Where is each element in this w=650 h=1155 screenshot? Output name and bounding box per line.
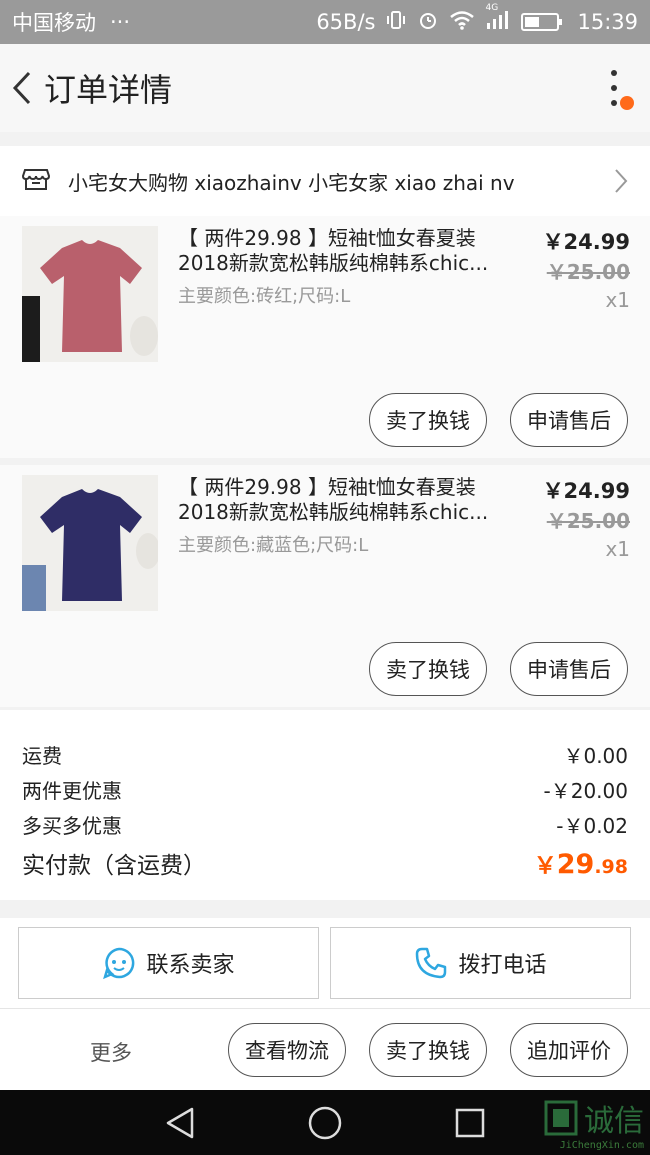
nav-home-icon[interactable] <box>307 1105 343 1141</box>
after-sale-button[interactable]: 申请售后 <box>510 642 628 696</box>
app-header: 订单详情 <box>0 44 650 132</box>
contact-actions: 联系卖家 拨打电话 <box>0 918 650 1008</box>
chat-icon <box>103 947 135 980</box>
sell-button[interactable]: 卖了换钱 <box>369 393 487 447</box>
fee-row-discount2: 多买多优惠 -￥0.02 <box>22 810 628 839</box>
add-review-button[interactable]: 追加评价 <box>510 1023 628 1077</box>
product-title-line2: 2018新款宽松韩版纯棉韩系chic... <box>178 251 489 275</box>
more-button[interactable]: 更多 <box>90 1037 132 1067</box>
notification-badge <box>620 96 634 110</box>
watermark-text: 诚信 <box>584 1104 644 1139</box>
nav-recents-icon[interactable] <box>454 1107 486 1139</box>
bottom-action-bar: 更多 查看物流 卖了换钱 追加评价 <box>0 1008 650 1090</box>
total-label: 实付款（含运费） <box>22 853 206 879</box>
back-button[interactable] <box>0 44 44 132</box>
product-title-line1: 【 两件29.98 】短袖t恤女春夏装 <box>178 475 476 499</box>
shipping-value: ￥0.00 <box>563 744 628 768</box>
product-quantity: x1 <box>605 537 630 561</box>
network-speed: 65B/s <box>316 10 376 34</box>
fee-summary: 运费 ￥0.00 两件更优惠 -￥20.00 多买多优惠 -￥0.02 实付款（… <box>0 710 650 900</box>
status-bar: 中国移动 ··· 65B/s 4G 15:39 <box>0 0 650 44</box>
total-currency: ￥ <box>533 853 557 879</box>
contact-seller-button[interactable]: 联系卖家 <box>18 927 319 999</box>
product-price: ￥24.99 <box>542 479 630 503</box>
shipping-label: 运费 <box>22 744 62 768</box>
dot <box>611 84 617 91</box>
call-phone-button[interactable]: 拨打电话 <box>330 927 631 999</box>
total-decimal: .98 <box>594 856 628 878</box>
phone-icon <box>416 947 447 979</box>
sell-button[interactable]: 卖了换钱 <box>369 642 487 696</box>
network-type: 4G <box>485 2 499 13</box>
product-image[interactable] <box>22 226 158 362</box>
product-image[interactable] <box>22 475 158 611</box>
clock-time: 15:39 <box>577 10 638 34</box>
fee-row-shipping: 运费 ￥0.00 <box>22 740 628 769</box>
system-nav-bar: 诚信 JiChengXin.com <box>0 1090 650 1155</box>
order-item: 【 两件29.98 】短袖t恤女春夏装 2018新款宽松韩版纯棉韩系chic..… <box>0 216 650 458</box>
battery-icon <box>521 13 563 31</box>
product-title[interactable]: 【 两件29.98 】短袖t恤女春夏装 2018新款宽松韩版纯棉韩系chic..… <box>178 226 503 276</box>
chevron-right-icon <box>614 168 628 198</box>
product-sku: 主要颜色:砖红;尺码:L <box>178 286 351 307</box>
fee-row-total: 实付款（含运费） ￥29.98 <box>22 846 628 880</box>
carrier-label: 中国移动 <box>12 11 96 35</box>
watermark-subtext: JiChengXin.com <box>559 1140 644 1151</box>
total-amount: ￥29.98 <box>534 846 628 880</box>
sell-button[interactable]: 卖了换钱 <box>369 1023 487 1077</box>
wifi-icon <box>449 9 475 36</box>
call-phone-label: 拨打电话 <box>458 953 547 978</box>
product-title[interactable]: 【 两件29.98 】短袖t恤女春夏装 2018新款宽松韩版纯棉韩系chic..… <box>178 475 503 525</box>
nav-back-icon[interactable] <box>164 1106 196 1140</box>
product-original-price: ￥25.00 <box>546 260 630 284</box>
product-original-price: ￥25.00 <box>546 509 630 533</box>
vibrate-icon <box>385 9 407 36</box>
fee-row-discount1: 两件更优惠 -￥20.00 <box>22 775 628 804</box>
notification-dots: ··· <box>110 10 131 34</box>
product-title-line1: 【 两件29.98 】短袖t恤女春夏装 <box>178 226 476 250</box>
watermark: 诚信 JiChengXin.com <box>544 1096 644 1151</box>
signal-icon: 4G <box>485 3 511 36</box>
shop-name: 小宅女大购物 xiaozhainv 小宅女家 xiao zhai nv <box>68 170 515 195</box>
dot <box>611 70 617 77</box>
discount1-label: 两件更优惠 <box>22 779 122 803</box>
discount2-label: 多买多优惠 <box>22 814 122 838</box>
product-title-line2: 2018新款宽松韩版纯棉韩系chic... <box>178 500 489 524</box>
order-item: 【 两件29.98 】短袖t恤女春夏装 2018新款宽松韩版纯棉韩系chic..… <box>0 465 650 707</box>
contact-seller-label: 联系卖家 <box>146 953 235 978</box>
alarm-icon <box>417 9 439 36</box>
after-sale-button[interactable]: 申请售后 <box>510 393 628 447</box>
view-logistics-button[interactable]: 查看物流 <box>228 1023 346 1077</box>
page-title: 订单详情 <box>44 71 173 109</box>
store-icon <box>21 166 51 196</box>
total-integer: 29 <box>556 849 595 880</box>
product-price: ￥24.99 <box>542 230 630 254</box>
discount2-value: -￥0.02 <box>556 814 628 838</box>
shop-row[interactable]: 小宅女大购物 xiaozhainv 小宅女家 xiao zhai nv <box>0 146 650 216</box>
watermark-logo-icon <box>544 1100 578 1136</box>
chevron-left-icon <box>12 71 31 105</box>
product-sku: 主要颜色:藏蓝色;尺码:L <box>178 535 369 556</box>
dot <box>611 99 617 106</box>
discount1-value: -￥20.00 <box>543 779 628 803</box>
product-quantity: x1 <box>605 288 630 312</box>
